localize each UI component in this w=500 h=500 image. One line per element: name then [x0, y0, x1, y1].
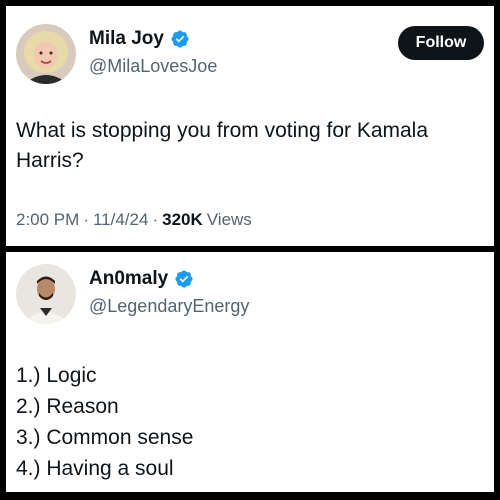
tweet-meta: 2:00 PM · 11/4/24 · 320K Views — [16, 210, 252, 230]
views-count[interactable]: 320K — [162, 210, 203, 230]
meta-separator: · — [152, 210, 159, 229]
list-item: 4.) Having a soul — [16, 457, 174, 480]
anomaly-avatar[interactable] — [16, 264, 76, 324]
author-name[interactable]: An0maly — [89, 268, 168, 290]
author-handle[interactable]: @MilaLovesJoe — [89, 56, 217, 77]
tweet-date[interactable]: 11/4/24 — [93, 210, 148, 230]
mila-joy-avatar[interactable] — [16, 24, 76, 84]
verified-badge-icon — [174, 269, 194, 289]
screenshot-frame: Mila Joy @MilaLovesJoe Follow What is st… — [0, 0, 500, 500]
reply-list: 1.) Logic 2.) Reason 3.) Common sense 4.… — [16, 360, 193, 484]
verified-badge-icon — [170, 29, 190, 49]
list-item: 3.) Common sense — [16, 426, 194, 449]
original-tweet-card: Mila Joy @MilaLovesJoe Follow What is st… — [6, 6, 494, 246]
follow-button[interactable]: Follow — [398, 26, 484, 60]
list-item: 2.) Reason — [16, 395, 119, 418]
tweet-time[interactable]: 2:00 PM — [16, 210, 79, 230]
tweet-text: What is stopping you from voting for Kam… — [16, 119, 429, 172]
author-name-row: An0maly — [89, 268, 194, 290]
author-name-row: Mila Joy — [89, 28, 190, 50]
reply-tweet-card: An0maly @LegendaryEnergy 1.) Logic 2.) R… — [6, 252, 494, 492]
list-item: 1.) Logic — [16, 364, 97, 387]
meta-separator: · — [83, 210, 89, 229]
author-handle[interactable]: @LegendaryEnergy — [89, 296, 249, 317]
views-label: Views — [206, 210, 252, 229]
author-name[interactable]: Mila Joy — [89, 28, 164, 50]
